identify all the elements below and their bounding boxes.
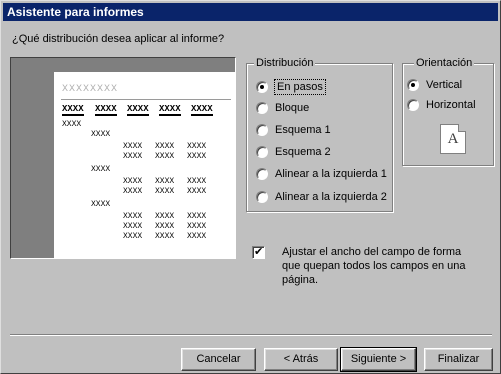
finish-button[interactable]: Finalizar (424, 348, 493, 371)
radio-dot[interactable] (407, 79, 419, 91)
radio-bloque[interactable]: Bloque (256, 102, 309, 114)
orientacion-legend: Orientación (414, 57, 475, 69)
preview-title-placeholder: XXXXXXXX (62, 84, 119, 95)
radio-vertical[interactable]: Vertical (407, 79, 462, 91)
layout-preview: XXXXXXXX XXXX XXXX XXXX XXXX XXXX XXXX X… (10, 57, 236, 259)
preview-detail: XXXX (155, 222, 175, 231)
preview-header-cell: XXXX (159, 104, 181, 116)
radio-label[interactable]: Alinear a la izquierda 1 (275, 168, 387, 180)
preview-rule (61, 99, 231, 100)
radio-dot[interactable] (256, 124, 268, 136)
preview-detail: XXXX (123, 222, 143, 231)
radio-dot[interactable] (256, 191, 268, 203)
radio-label[interactable]: Esquema 1 (275, 124, 331, 136)
radio-dot[interactable] (407, 99, 419, 111)
radio-dot[interactable] (256, 102, 268, 114)
preview-detail: XXXX (187, 212, 207, 221)
button-separator (10, 334, 492, 336)
preview-detail: XXXX (187, 177, 207, 186)
preview-page: XXXXXXXX XXXX XXXX XXXX XXXX XXXX XXXX X… (54, 72, 235, 259)
preview-header-cell: XXXX (127, 104, 149, 116)
radio-dot[interactable] (256, 168, 268, 180)
ajustar-label[interactable]: Ajustar el ancho del campo de forma que … (282, 245, 482, 287)
radio-alinear-izquierda-2[interactable]: Alinear a la izquierda 2 (256, 191, 387, 203)
preview-detail: XXXX (155, 232, 175, 241)
preview-detail: XXXX (187, 142, 207, 151)
preview-detail: XXXX (187, 222, 207, 231)
preview-detail: XXXX (123, 187, 143, 196)
preview-header-cell: XXXX (95, 104, 117, 116)
preview-group2: XXXX (91, 130, 111, 139)
radio-label[interactable]: En pasos (274, 79, 326, 95)
preview-detail: XXXX (155, 177, 175, 186)
radio-label[interactable]: Bloque (275, 102, 309, 114)
preview-detail: XXXX (123, 232, 143, 241)
page-orientation-icon: A (440, 124, 466, 154)
layout-prompt: ¿Qué distribución desea aplicar al infor… (12, 33, 225, 45)
preview-detail: XXXX (123, 152, 143, 161)
preview-header-cell: XXXX (62, 104, 84, 116)
next-button[interactable]: Siguiente > (340, 347, 417, 372)
report-wizard-window: Asistente para informes ¿Qué distribució… (0, 0, 501, 374)
radio-label[interactable]: Horizontal (426, 99, 476, 111)
radio-label[interactable]: Alinear a la izquierda 2 (275, 191, 387, 203)
preview-detail: XXXX (123, 142, 143, 151)
radio-en-pasos[interactable]: En pasos (256, 79, 326, 95)
preview-header-cell: XXXX (191, 104, 213, 116)
distribucion-legend: Distribución (254, 57, 316, 69)
radio-esquema-1[interactable]: Esquema 1 (256, 124, 331, 136)
cancel-button[interactable]: Cancelar (181, 348, 256, 371)
preview-detail: XXXX (155, 212, 175, 221)
preview-group1: XXXX (62, 120, 82, 129)
radio-label[interactable]: Esquema 2 (275, 146, 331, 158)
radio-label[interactable]: Vertical (426, 79, 462, 91)
radio-dot[interactable] (256, 81, 268, 93)
preview-detail: XXXX (155, 152, 175, 161)
preview-group2: XXXX (91, 200, 111, 209)
radio-horizontal[interactable]: Horizontal (407, 99, 476, 111)
preview-detail: XXXX (155, 142, 175, 151)
preview-detail: XXXX (123, 212, 143, 221)
radio-alinear-izquierda-1[interactable]: Alinear a la izquierda 1 (256, 168, 387, 180)
radio-dot[interactable] (256, 146, 268, 158)
window-title: Asistente para informes (3, 3, 498, 21)
preview-group2: XXXX (91, 165, 111, 174)
preview-detail: XXXX (187, 152, 207, 161)
preview-detail: XXXX (187, 187, 207, 196)
ajustar-checkbox[interactable] (252, 245, 265, 259)
radio-esquema-2[interactable]: Esquema 2 (256, 146, 331, 158)
preview-detail: XXXX (123, 177, 143, 186)
preview-detail: XXXX (187, 232, 207, 241)
preview-detail: XXXX (155, 187, 175, 196)
back-button[interactable]: < Atrás (264, 348, 338, 371)
